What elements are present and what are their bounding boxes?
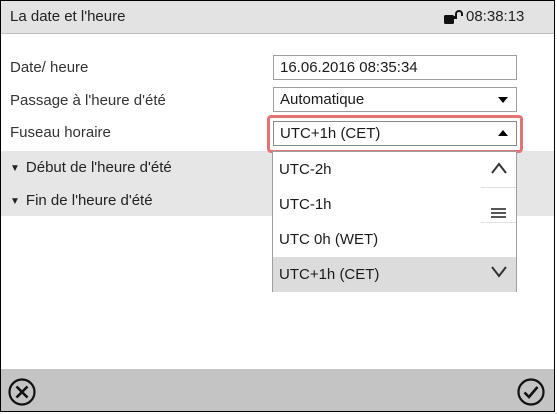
timezone-select-value: UTC+1h (CET)	[280, 125, 381, 142]
scroll-thumb-icon[interactable]	[491, 207, 506, 219]
date-label: Date/ heure	[10, 59, 89, 76]
chevron-down-icon	[498, 97, 508, 103]
confirm-icon[interactable]	[516, 377, 546, 407]
page-title: La date et l'heure	[10, 8, 126, 25]
date-time-screen: La date et l'heure 08:38:13 Date/ heure …	[0, 0, 555, 412]
timezone-select[interactable]: UTC+1h (CET)	[273, 121, 517, 146]
timezone-dropdown-list: UTC-2h UTC-1h UTC 0h (WET) UTC+1h (CET)	[272, 151, 517, 292]
dst-label: Passage à l'heure d'été	[10, 92, 166, 109]
chevron-up-icon	[498, 130, 508, 136]
footer-bar	[1, 369, 554, 411]
scroll-separator	[481, 187, 516, 188]
timezone-option[interactable]: UTC-2h	[273, 152, 479, 187]
dst-select-value: Automatique	[280, 91, 365, 108]
timezone-option[interactable]: UTC-1h	[273, 187, 479, 222]
dropdown-scrollbar[interactable]	[481, 152, 516, 257]
scroll-down-icon[interactable]	[490, 265, 508, 279]
expand-triangle-icon: ▼	[10, 163, 20, 174]
expand-triangle-icon: ▼	[10, 196, 20, 207]
dst-start-label: ▼ Début de l'heure d'été	[10, 159, 172, 176]
dst-select[interactable]: Automatique	[273, 87, 517, 112]
title-bar: La date et l'heure 08:38:13	[1, 1, 554, 34]
lock-icon	[444, 10, 463, 24]
dst-end-label: ▼ Fin de l'heure d'été	[10, 192, 153, 209]
scroll-up-icon[interactable]	[490, 161, 508, 175]
clock-time: 08:38:13	[466, 8, 525, 25]
timezone-option[interactable]: UTC 0h (WET)	[273, 222, 479, 257]
timezone-label: Fuseau horaire	[10, 124, 111, 141]
timezone-option-selected[interactable]: UTC+1h (CET)	[273, 257, 516, 292]
scroll-separator	[481, 222, 516, 223]
cancel-icon[interactable]	[7, 377, 37, 407]
date-time-field[interactable]: 16.06.2016 08:35:34	[273, 55, 517, 80]
